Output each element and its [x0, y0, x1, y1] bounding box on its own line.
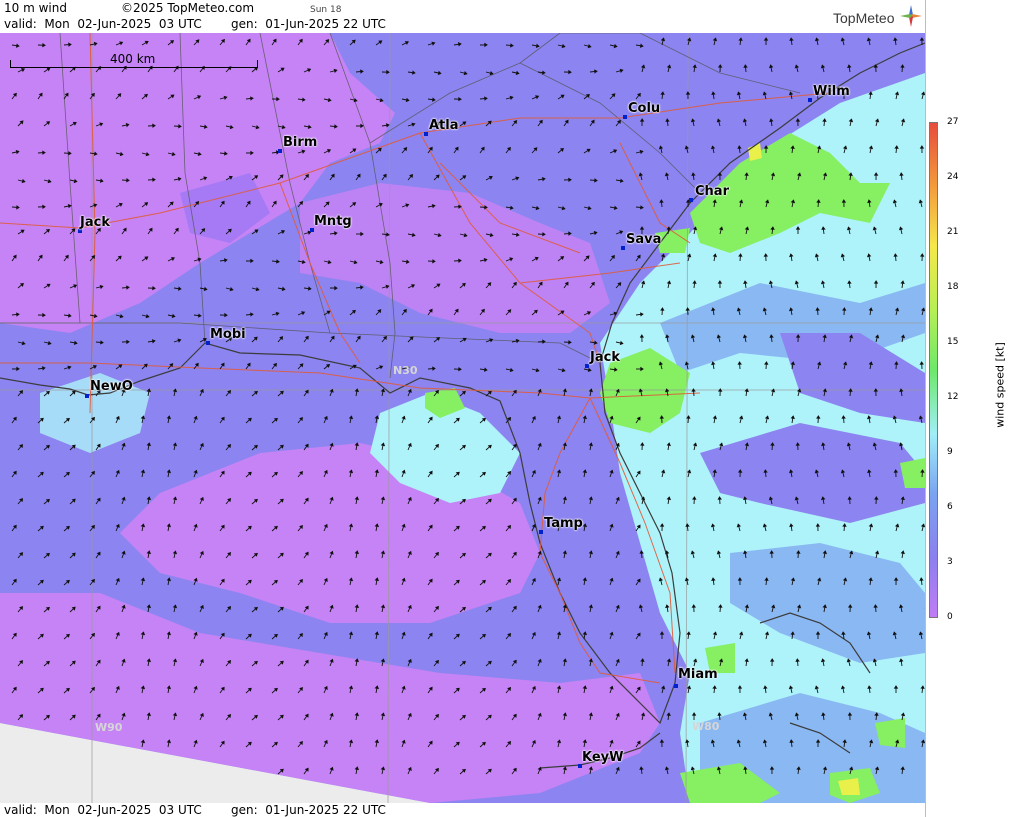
city-new-orleans[interactable]: NewO: [90, 380, 133, 394]
legend-tick: 15: [947, 337, 959, 347]
wind-field-layer: [0, 33, 925, 803]
legend-tick: 21: [947, 227, 959, 237]
legend-tick: 18: [947, 282, 959, 292]
grid-label-n30: N30: [393, 364, 418, 377]
map-header: 10 m wind ©2025 TopMeteo.com Sun 18 vali…: [0, 0, 925, 33]
city-columbia[interactable]: Colu: [628, 102, 660, 116]
city-marker: [424, 132, 428, 136]
map-footer: valid: Mon 02-Jun-2025 03 UTC gen: 01-Ju…: [0, 803, 925, 817]
legend-title: wind speed [kt]: [993, 342, 1007, 428]
product-title: 10 m wind: [4, 1, 67, 15]
city-marker: [585, 364, 589, 368]
footer-valid-time: valid: Mon 02-Jun-2025 03 UTC: [4, 803, 202, 817]
city-jacksonville[interactable]: Jack: [590, 351, 620, 365]
city-marker: [674, 684, 678, 688]
city-tampa[interactable]: Tamp: [544, 517, 583, 531]
grid-label-w80: W80: [692, 720, 720, 733]
city-birmingham[interactable]: Birm: [283, 136, 317, 150]
city-jackson[interactable]: Jack: [80, 216, 110, 230]
logo-text: TopMeteo: [833, 10, 895, 26]
valid-time: valid: Mon 02-Jun-2025 03 UTC: [4, 17, 202, 31]
city-savannah[interactable]: Sava: [626, 233, 661, 247]
copyright: ©2025 TopMeteo.com: [121, 1, 255, 15]
city-marker: [539, 530, 543, 534]
city-marker: [623, 115, 627, 119]
city-marker: [278, 149, 282, 153]
legend-tick: 6: [947, 502, 953, 512]
legend-tick: 9: [947, 447, 953, 457]
sun-label: Sun 18: [310, 5, 342, 15]
city-key-west[interactable]: KeyW: [582, 751, 623, 765]
city-montgomery[interactable]: Mntg: [314, 215, 352, 229]
legend-tick: 3: [947, 557, 953, 567]
topmeteo-logo: TopMeteo: [833, 5, 923, 32]
city-marker: [621, 246, 625, 250]
scale-label: 400 km: [110, 52, 156, 66]
city-marker: [689, 198, 693, 202]
legend-tick: 27: [947, 117, 959, 127]
compass-star-icon: [900, 5, 922, 27]
legend-tick: 24: [947, 172, 959, 182]
grid-label-w90: W90: [95, 721, 123, 734]
city-mobile[interactable]: Mobi: [210, 328, 246, 342]
city-wilmington[interactable]: Wilm: [813, 85, 850, 99]
wind-map[interactable]: 400 km N30 W90 W80 Wilm Colu Atla Birm C…: [0, 33, 925, 803]
city-marker: [808, 98, 812, 102]
city-marker: [85, 394, 89, 398]
city-atlanta[interactable]: Atla: [429, 119, 459, 133]
generated-time: gen: 01-Jun-2025 22 UTC: [231, 17, 386, 31]
city-charleston[interactable]: Char: [695, 185, 729, 199]
footer-generated-time: gen: 01-Jun-2025 22 UTC: [231, 803, 386, 817]
legend-tick: 12: [947, 392, 959, 402]
wind-speed-colorbar: [929, 122, 938, 618]
city-miami[interactable]: Miam: [678, 668, 718, 682]
legend-tick: 0: [947, 612, 953, 622]
